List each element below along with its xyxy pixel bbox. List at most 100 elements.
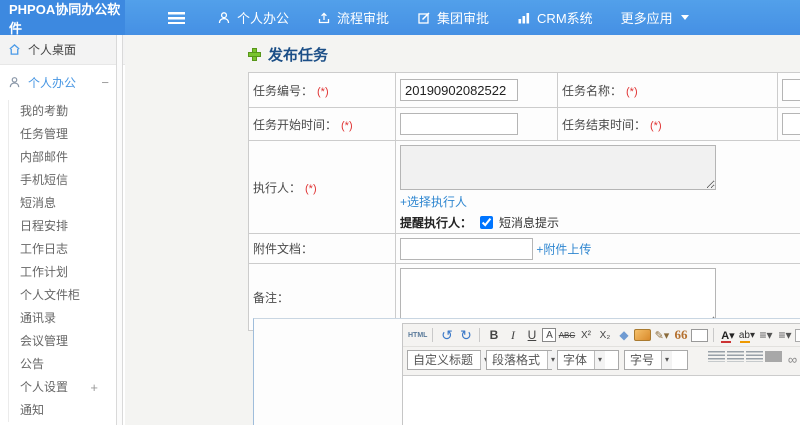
sidebar-scrollbar[interactable] bbox=[116, 35, 123, 425]
nav-item-crm[interactable]: CRM系统 bbox=[517, 8, 593, 27]
task-no-input[interactable] bbox=[400, 79, 518, 101]
sidebar-item-work-log[interactable]: 工作日志 bbox=[20, 238, 125, 261]
sms-remind-checkbox[interactable] bbox=[480, 216, 494, 229]
ordered-list-icon[interactable]: ≡▾ bbox=[757, 327, 774, 344]
sidebar-item-sms[interactable]: 手机短信 bbox=[20, 169, 125, 192]
nav-item-more-apps[interactable]: 更多应用 bbox=[621, 8, 689, 27]
sidebar-item-desktop[interactable]: 个人桌面 bbox=[0, 35, 125, 65]
subscript-icon[interactable]: X₂ bbox=[596, 327, 613, 344]
remove-format-icon[interactable]: ◆ bbox=[615, 327, 632, 344]
pen-icon[interactable]: ✎▾ bbox=[653, 327, 670, 344]
required-mark: (*) bbox=[341, 119, 353, 132]
executor-textarea[interactable] bbox=[400, 145, 716, 190]
superscript-icon[interactable]: X² bbox=[577, 327, 594, 344]
task-name-label-cell: 任务名称： (*) bbox=[557, 72, 778, 108]
align-right-icon[interactable] bbox=[746, 351, 763, 362]
editor-content-area[interactable] bbox=[403, 375, 800, 425]
required-mark: (*) bbox=[317, 85, 329, 98]
page-title: 发布任务 bbox=[248, 44, 328, 65]
task-name-label: 任务名称： bbox=[562, 83, 623, 98]
toolbar-separator bbox=[713, 328, 715, 342]
link-icon[interactable]: ∞ bbox=[784, 351, 800, 368]
nav-label: 个人办公 bbox=[237, 11, 290, 26]
toolbar-separator bbox=[432, 328, 434, 342]
document-icon[interactable] bbox=[795, 328, 800, 342]
sidebar-item-meeting-management[interactable]: 会议管理 bbox=[20, 330, 125, 353]
undo-icon[interactable]: ↺ bbox=[438, 327, 455, 344]
paste-icon[interactable] bbox=[691, 328, 709, 342]
sidebar-item-label: 短消息 bbox=[20, 196, 57, 210]
font-family-dropdown[interactable]: 字体 ▾ bbox=[557, 349, 619, 370]
nav-item-personal-office[interactable]: 个人办公 bbox=[217, 8, 289, 27]
caret-down-icon: ▾ bbox=[594, 350, 606, 369]
expand-icon[interactable]: + bbox=[90, 376, 98, 399]
nav-label: 更多应用 bbox=[620, 11, 673, 26]
font-style-icon[interactable]: A bbox=[542, 328, 557, 342]
font-size-dropdown[interactable]: 字号 ▾ bbox=[624, 349, 688, 370]
select-executor-link[interactable]: +选择执行人 bbox=[400, 195, 467, 209]
nav-item-group-approval[interactable]: 集团审批 bbox=[417, 8, 489, 27]
redo-icon[interactable]: ↻ bbox=[457, 327, 474, 344]
task-no-field-cell bbox=[395, 72, 558, 108]
page-title-text: 发布任务 bbox=[268, 47, 329, 64]
sidebar-item-task-management[interactable]: 任务管理 bbox=[20, 123, 125, 146]
hamburger-menu-icon[interactable] bbox=[168, 11, 185, 24]
sidebar-item-work-plan[interactable]: 工作计划 bbox=[20, 261, 125, 284]
sidebar-item-attendance[interactable]: 我的考勤 bbox=[20, 100, 125, 123]
nav-label: 流程审批 bbox=[337, 11, 390, 26]
sidebar-item-notification[interactable]: 通知 bbox=[20, 399, 125, 422]
sidebar-item-personal-settings[interactable]: 个人设置 + bbox=[20, 376, 125, 399]
blockquote-icon[interactable]: 66 bbox=[672, 327, 689, 344]
caret-down-icon bbox=[680, 15, 689, 20]
attachment-input[interactable] bbox=[400, 237, 533, 260]
align-center-icon[interactable] bbox=[727, 351, 744, 362]
sidebar-item-label: 会议管理 bbox=[20, 334, 69, 348]
paragraph-format-dropdown[interactable]: 段落格式 ▾ bbox=[486, 349, 559, 370]
sidebar-section-personal-office[interactable]: 个人办公 − bbox=[0, 65, 125, 100]
sidebar-item-schedule[interactable]: 日程安排 bbox=[20, 215, 125, 238]
collapse-icon[interactable]: − bbox=[101, 75, 109, 90]
sidebar-item-label: 日程安排 bbox=[20, 219, 69, 233]
nav-item-workflow-approval[interactable]: 流程审批 bbox=[317, 8, 389, 27]
caret-down-icon: ▾ bbox=[661, 350, 673, 369]
source-icon[interactable]: HTML bbox=[408, 327, 427, 344]
sidebar-item-internal-mail[interactable]: 内部邮件 bbox=[20, 146, 125, 169]
bold-icon[interactable]: B bbox=[485, 327, 502, 344]
form-row-executor: 执行人： (*) +选择执行人 提醒执行人： 短消息提示 bbox=[248, 140, 800, 234]
chart-icon bbox=[518, 12, 530, 23]
task-name-input[interactable] bbox=[782, 79, 800, 101]
dropdown-label: 自定义标题 bbox=[413, 353, 474, 367]
sidebar-item-label: 内部邮件 bbox=[20, 150, 69, 164]
justify-icon[interactable] bbox=[765, 351, 782, 362]
sidebar-item-file-cabinet[interactable]: 个人文件柜 bbox=[20, 284, 125, 307]
unordered-list-icon[interactable]: ≡▾ bbox=[776, 327, 793, 344]
heading-style-dropdown[interactable]: 自定义标题 ▾ bbox=[407, 349, 492, 370]
add-icon bbox=[248, 48, 261, 61]
sidebar-item-label: 工作日志 bbox=[20, 242, 69, 256]
user-icon bbox=[218, 11, 230, 23]
sidebar-item-announcement[interactable]: 公告 bbox=[20, 353, 125, 376]
attachment-label: 附件文档： bbox=[253, 242, 314, 256]
format-painter-icon[interactable] bbox=[634, 329, 652, 341]
dropdown-label: 字号 bbox=[630, 353, 655, 367]
rich-text-editor: HTML↺↻BIUAABCX²X₂◆✎▾66A▾ab▾≡▾≡▾ 自定义标题 ▾ … bbox=[402, 323, 800, 425]
sidebar: 个人桌面 个人办公 − 我的考勤 任务管理 内部邮件 手机短信 短消息 日程安排… bbox=[0, 35, 125, 425]
font-color-icon[interactable]: A▾ bbox=[719, 326, 737, 344]
italic-icon[interactable]: I bbox=[504, 327, 521, 344]
end-time-label-cell: 任务结束时间： (*) bbox=[557, 107, 778, 141]
remind-label: 提醒执行人： bbox=[400, 216, 473, 230]
upload-attachment-link[interactable]: +附件上传 bbox=[536, 242, 591, 256]
underline-icon[interactable]: U bbox=[523, 327, 540, 344]
executor-label-cell: 执行人： (*) bbox=[248, 140, 396, 234]
highlight-color-icon[interactable]: ab▾ bbox=[738, 326, 756, 344]
sidebar-item-contacts[interactable]: 通讯录 bbox=[20, 307, 125, 330]
sidebar-item-label: 个人设置 bbox=[20, 380, 69, 394]
task-no-label: 任务编号： bbox=[253, 83, 314, 98]
editor-toolbar-row2: 自定义标题 ▾ 段落格式 ▾ 字体 ▾ 字号 ▾ bbox=[403, 346, 800, 372]
strikethrough-icon[interactable]: ABC bbox=[558, 327, 575, 344]
end-time-input[interactable] bbox=[782, 113, 800, 135]
align-left-icon[interactable] bbox=[708, 351, 725, 362]
start-time-input[interactable] bbox=[400, 113, 518, 135]
sidebar-item-short-message[interactable]: 短消息 bbox=[20, 192, 125, 215]
remind-option-label: 短消息提示 bbox=[499, 216, 560, 230]
